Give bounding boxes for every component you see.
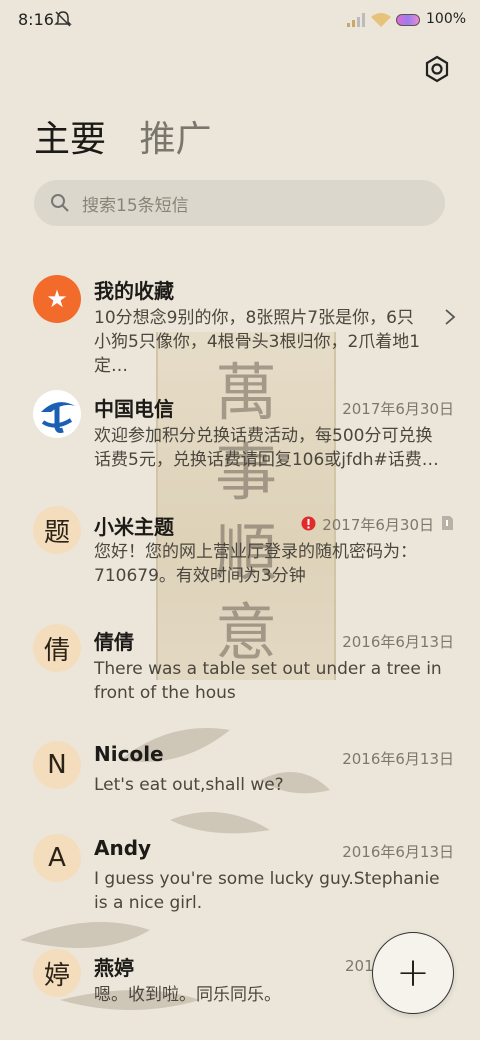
conversation-preview: Let's eat out,shall we?: [94, 775, 284, 795]
star-icon: ★: [33, 275, 81, 323]
conversation-name: 中国电信: [94, 397, 174, 421]
conversation-date: 201: [345, 957, 374, 975]
conversation-name: 燕婷: [94, 956, 134, 980]
avatar: 题: [33, 506, 81, 554]
conversation-name: Nicole: [94, 742, 164, 766]
error-icon: [301, 516, 316, 531]
conversation-item[interactable]: 中国电信 2017年6月30日 欢迎参加积分兑换话费活动，每500分可兑换话费5…: [0, 382, 480, 482]
sim-card-icon: [442, 516, 453, 530]
conversation-item[interactable]: A Andy 2016年6月13日 I guess you're some lu…: [0, 824, 480, 924]
new-message-button[interactable]: +: [372, 932, 454, 1014]
conversation-date: 2017年6月30日: [342, 400, 454, 418]
chevron-right-icon: [445, 309, 456, 325]
plus-icon: +: [396, 950, 430, 996]
conversation-preview: 欢迎参加积分兑换话费活动，每500分可兑换话费5元，兑换话费请回复106或jfd…: [94, 426, 439, 470]
conversation-preview: 10分想念9别的你，8张照片7张是你，6只小狗5只像你，4根骨头3根归你，2爪着…: [94, 308, 421, 376]
conversation-preview: I guess you're some lucky guy.Stephanie …: [94, 869, 440, 913]
battery-icon: [396, 14, 420, 26]
settings-icon[interactable]: [422, 54, 452, 84]
battery-percent: 100%: [426, 11, 467, 27]
conversation-name: Andy: [94, 836, 152, 860]
conversation-date: 2017年6月30日: [322, 516, 434, 534]
conversation-item-favorites[interactable]: ★ 我的收藏 10分想念9别的你，8张照片7张是你，6只小狗5只像你，4根骨头3…: [0, 264, 480, 376]
tab-promotions[interactable]: 推广: [139, 119, 211, 160]
conversation-name: 倩倩: [94, 630, 134, 654]
avatar: 婷: [33, 949, 81, 997]
search-icon: [51, 194, 69, 212]
search-bar[interactable]: 搜索15条短信: [34, 180, 445, 226]
signal-icon: [347, 13, 365, 27]
conversation-name: 我的收藏: [94, 279, 174, 303]
conversation-date: 2016年6月13日: [342, 633, 454, 651]
conversation-date: 2016年6月13日: [342, 843, 454, 861]
conversation-name: 小米主题: [94, 515, 174, 539]
search-placeholder: 搜索15条短信: [82, 195, 189, 216]
telecom-logo-icon: [33, 390, 81, 438]
tab-bar: 主要 推广: [34, 110, 233, 162]
status-time: 8:16: [18, 10, 54, 29]
tab-main[interactable]: 主要: [34, 119, 106, 160]
conversation-preview: There was a table set out under a tree i…: [94, 659, 442, 703]
conversation-item[interactable]: 倩 倩倩 2016年6月13日 There was a table set ou…: [0, 614, 480, 714]
conversation-item[interactable]: N Nicole 2016年6月13日 Let's eat out,shall …: [0, 730, 480, 810]
avatar: N: [33, 741, 81, 789]
avatar: 倩: [33, 624, 81, 672]
avatar: A: [33, 834, 81, 882]
bell-muted-icon: [54, 11, 72, 27]
conversation-preview: 您好！您的网上营业厅登录的随机密码为：710679。有效时间为3分钟: [94, 542, 417, 586]
conversation-item[interactable]: 题 小米主题 2017年6月30日 您好！您的网上营业厅登录的随机密码为：710…: [0, 500, 480, 600]
conversation-date: 2016年6月13日: [342, 750, 454, 768]
status-bar: 8:16 100%: [0, 0, 480, 42]
wifi-icon: [371, 13, 391, 27]
